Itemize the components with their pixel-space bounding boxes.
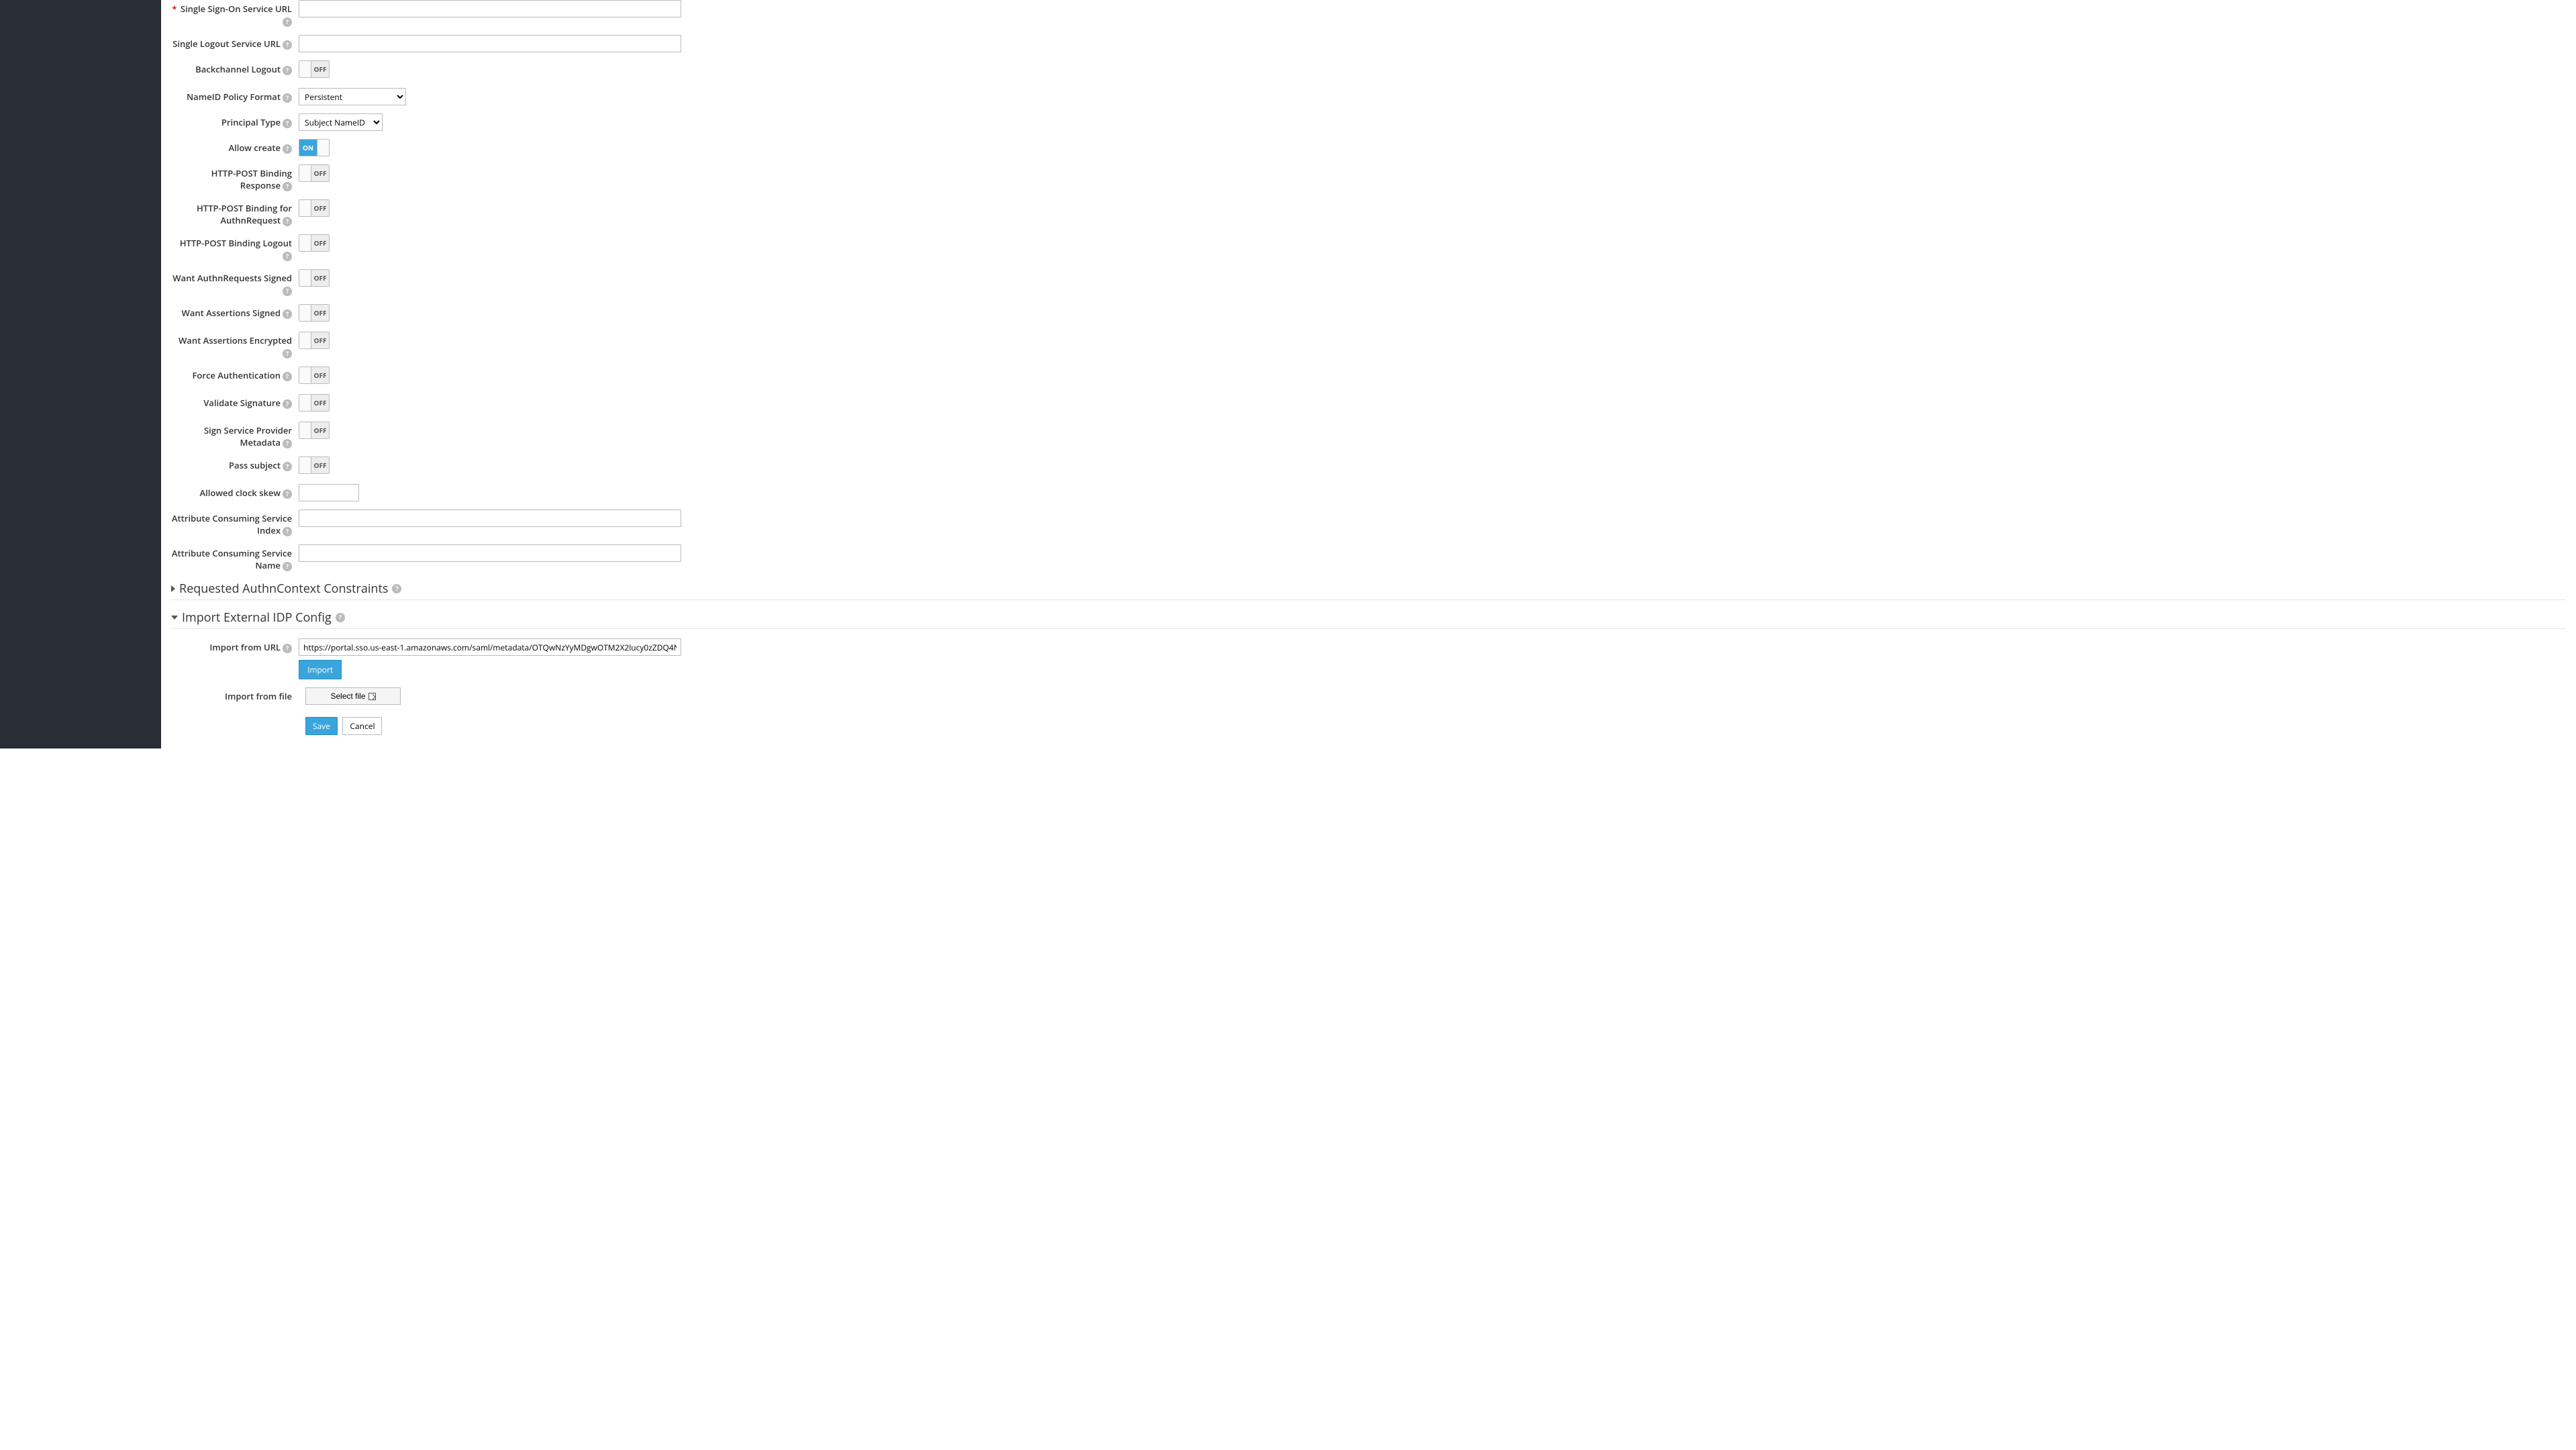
slo-url-label: Single Logout Service URL?	[171, 35, 299, 50]
want-assert-signed-label: Want Assertions Signed?	[171, 304, 299, 319]
sign-sp-meta-label: Sign Service Provider Metadata?	[171, 422, 299, 448]
help-icon[interactable]: ?	[283, 17, 292, 27]
nameid-format-label: NameID Policy Format?	[171, 88, 299, 103]
acs-name-label: Attribute Consuming Service Name?	[171, 544, 299, 571]
clock-skew-label: Allowed clock skew?	[171, 484, 299, 499]
import-file-label: Import from file	[171, 687, 299, 702]
pass-subject-toggle[interactable]: OFFON	[299, 456, 330, 474]
want-authn-signed-label: Want AuthnRequests Signed?	[171, 269, 299, 296]
help-icon[interactable]: ?	[283, 372, 292, 381]
sign-sp-meta-toggle[interactable]: OFFON	[299, 422, 330, 439]
import-idp-section-title: Import External IDP Config	[182, 610, 332, 626]
http-post-authn-toggle[interactable]: OFFON	[299, 199, 330, 217]
nameid-format-select[interactable]: Persistent	[299, 88, 406, 105]
help-icon[interactable]: ?	[283, 40, 292, 50]
validate-sig-label: Validate Signature?	[171, 394, 299, 409]
help-icon[interactable]: ?	[283, 489, 292, 499]
pass-subject-label: Pass subject?	[171, 456, 299, 471]
force-auth-toggle[interactable]: OFFON	[299, 367, 330, 384]
help-icon[interactable]: ?	[336, 613, 345, 622]
authn-ctx-section-title: Requested AuthnContext Constraints	[179, 581, 388, 597]
allow-create-toggle[interactable]: ONOFF	[299, 139, 330, 156]
help-icon[interactable]: ?	[283, 217, 292, 226]
import-url-label: Import from URL?	[171, 638, 299, 653]
validate-sig-toggle[interactable]: OFFON	[299, 394, 330, 412]
sidebar-nav	[0, 0, 161, 748]
help-icon[interactable]: ?	[392, 584, 401, 593]
help-icon[interactable]: ?	[283, 439, 292, 448]
upload-icon	[368, 693, 376, 700]
save-button[interactable]: Save	[305, 717, 338, 735]
force-auth-label: Force Authentication?	[171, 367, 299, 381]
want-assert-enc-toggle[interactable]: OFFON	[299, 332, 330, 349]
principal-type-select[interactable]: Subject NameID	[299, 113, 383, 131]
allow-create-label: Allow create?	[171, 139, 299, 154]
backchannel-toggle[interactable]: OFFON	[299, 60, 330, 78]
import-button[interactable]: Import	[299, 660, 342, 679]
help-icon[interactable]: ?	[283, 144, 292, 154]
help-icon[interactable]: ?	[283, 562, 292, 571]
principal-type-label: Principal Type?	[171, 113, 299, 128]
want-assert-enc-label: Want Assertions Encrypted?	[171, 332, 299, 358]
import-url-input[interactable]	[299, 638, 681, 656]
chevron-down-icon	[171, 616, 178, 620]
help-icon[interactable]: ?	[283, 309, 292, 319]
help-icon[interactable]: ?	[283, 462, 292, 471]
http-post-logout-toggle[interactable]: OFFON	[299, 234, 330, 252]
help-icon[interactable]: ?	[283, 644, 292, 653]
cancel-button[interactable]: Cancel	[342, 717, 382, 735]
main-content: * Single Sign-On Service URL? Single Log…	[161, 0, 2576, 748]
http-post-authn-label: HTTP-POST Binding for AuthnRequest?	[171, 199, 299, 226]
http-post-resp-label: HTTP-POST Binding Response?	[171, 164, 299, 191]
slo-url-input[interactable]	[299, 35, 681, 52]
help-icon[interactable]: ?	[283, 119, 292, 128]
select-file-label: Select file	[330, 691, 365, 701]
help-icon[interactable]: ?	[283, 93, 292, 103]
select-file-button[interactable]: Select file	[305, 687, 401, 705]
acs-index-input[interactable]	[299, 510, 681, 527]
backchannel-label: Backchannel Logout?	[171, 60, 299, 75]
clock-skew-input[interactable]	[299, 484, 359, 501]
import-idp-section-head[interactable]: Import External IDP Config ?	[171, 610, 2566, 629]
help-icon[interactable]: ?	[283, 349, 292, 358]
acs-name-input[interactable]	[299, 544, 681, 562]
help-icon[interactable]: ?	[283, 252, 292, 261]
help-icon[interactable]: ?	[283, 182, 292, 191]
http-post-logout-label: HTTP-POST Binding Logout?	[171, 234, 299, 261]
want-authn-signed-toggle[interactable]: OFFON	[299, 269, 330, 287]
authn-ctx-section-head[interactable]: Requested AuthnContext Constraints ?	[171, 581, 2566, 600]
help-icon[interactable]: ?	[283, 399, 292, 409]
chevron-right-icon	[171, 585, 175, 592]
http-post-resp-toggle[interactable]: OFFON	[299, 164, 330, 182]
want-assert-signed-toggle[interactable]: OFFON	[299, 304, 330, 322]
sso-url-label: * Single Sign-On Service URL?	[171, 0, 299, 27]
sso-url-input[interactable]	[299, 0, 681, 17]
acs-index-label: Attribute Consuming Service Index?	[171, 510, 299, 536]
help-icon[interactable]: ?	[283, 287, 292, 296]
help-icon[interactable]: ?	[283, 66, 292, 75]
help-icon[interactable]: ?	[283, 527, 292, 536]
